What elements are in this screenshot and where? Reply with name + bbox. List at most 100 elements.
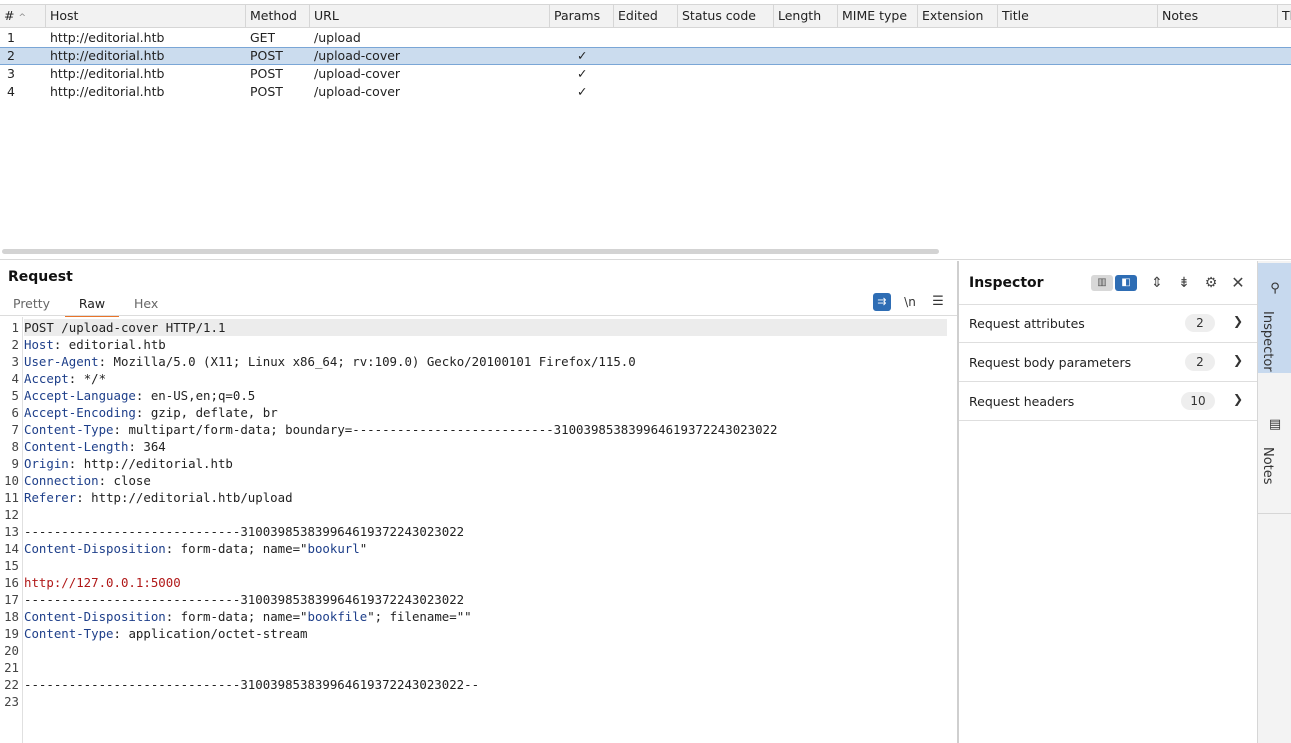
tab-pretty[interactable]: Pretty <box>13 295 50 315</box>
editor-line: http://127.0.0.1:5000 <box>24 574 181 591</box>
line-value: http://editorial.htb/upload <box>83 490 293 505</box>
collapse-all-icon[interactable]: ⇟ <box>1175 273 1193 293</box>
section-request-body-parameters[interactable]: Request body parameters 2 ❯ <box>959 344 1257 382</box>
line-number: 20 <box>4 643 19 658</box>
table-row-selected[interactable]: 2 http://editorial.htb POST /upload-cove… <box>0 47 1291 65</box>
editor-line: User-Agent: Mozilla/5.0 (X11; Linux x86_… <box>24 353 636 370</box>
column-header-edited[interactable]: Edited <box>614 5 678 27</box>
horizontal-scrollbar[interactable] <box>2 249 939 254</box>
column-header-length[interactable]: Length <box>774 5 838 27</box>
section-request-attributes[interactable]: Request attributes 2 ❯ <box>959 305 1257 343</box>
editor-line: Content-Disposition: form-data; name="bo… <box>24 608 472 625</box>
line-number: 22 <box>4 677 19 692</box>
header-name: Accept-Language <box>24 388 136 403</box>
line-value: -----------------------------31003985383… <box>24 592 465 607</box>
column-header-notes[interactable]: Notes <box>1158 5 1278 27</box>
rail-notes-label: Notes <box>1260 447 1275 485</box>
body-url-value: http://127.0.0.1:5000 <box>24 575 181 590</box>
row-url: /upload <box>314 30 361 45</box>
line-number: 18 <box>4 609 19 624</box>
row-number: 1 <box>7 30 15 45</box>
editor-line: Origin: http://editorial.htb <box>24 455 233 472</box>
section-label: Request body parameters <box>969 355 1132 370</box>
row-params-check: ✓ <box>577 84 588 99</box>
rail-tab-inspector[interactable]: ⚲ Inspector <box>1258 263 1291 373</box>
tab-hex[interactable]: Hex <box>134 295 158 315</box>
column-header-title[interactable]: Title <box>998 5 1158 27</box>
line-value: form-data; name=" <box>173 609 308 624</box>
request-title: Request <box>8 269 73 285</box>
layout-vertical-icon[interactable]: ◧ <box>1115 275 1137 291</box>
menu-icon[interactable]: ☰ <box>929 293 947 311</box>
notes-icon: ▤ <box>1268 417 1282 432</box>
table-row[interactable]: 3 http://editorial.htb POST /upload-cove… <box>0 65 1291 83</box>
right-side-rail: ⚲ Inspector ▤ Notes <box>1257 261 1291 743</box>
table-row[interactable]: 1 http://editorial.htb GET /upload <box>0 29 1291 47</box>
column-header-status-code[interactable]: Status code <box>678 5 774 27</box>
chevron-down-icon[interactable]: ❯ <box>1233 392 1243 406</box>
line-value: en-US,en;q=0.5 <box>143 388 256 403</box>
row-host: http://editorial.htb <box>50 48 165 63</box>
header-name: Content-Type <box>24 422 114 437</box>
tab-raw[interactable]: Raw <box>65 295 119 317</box>
inspector-icon: ⚲ <box>1270 281 1280 296</box>
proxy-history-table: # ^ Host Method URL Params Edited Status … <box>0 0 1291 260</box>
form-field-name: bookfile <box>307 609 368 624</box>
column-header-mime-type[interactable]: MIME type <box>838 5 918 27</box>
line-number: 14 <box>4 541 19 556</box>
layout-horizontal-icon[interactable]: ▥ <box>1091 275 1113 291</box>
column-header-host[interactable]: Host <box>46 5 246 27</box>
column-header-method[interactable]: Method <box>246 5 310 27</box>
row-method: POST <box>250 48 283 63</box>
expand-all-icon[interactable]: ⇕ <box>1148 273 1166 293</box>
header-name: Accept-Encoding <box>24 405 136 420</box>
section-request-headers[interactable]: Request headers 10 ❯ <box>959 383 1257 421</box>
row-host: http://editorial.htb <box>50 30 165 45</box>
request-editor[interactable]: 1 2 3 4 5 6 7 8 9 10 11 12 13 14 15 16 17 18 19 20 21 22 23 PO… <box>0 317 957 743</box>
row-url: /upload-cover <box>314 48 401 63</box>
line-number-gutter: 1 2 3 4 5 6 7 8 9 10 11 12 13 14 15 16 17 18 19 20 21 22 23 <box>0 317 23 743</box>
column-header-tls[interactable]: Tl <box>1278 5 1291 27</box>
chevron-down-icon[interactable]: ❯ <box>1233 314 1243 328</box>
header-name: Origin <box>24 456 69 471</box>
line-number: 11 <box>4 490 19 505</box>
table-header: # ^ Host Method URL Params Edited Status … <box>0 4 1291 28</box>
header-colon: : <box>113 626 121 641</box>
inspector-panel: Inspector ▥ ◧ ⇕ ⇟ ⚙ ✕ Request attributes… <box>959 261 1257 743</box>
chevron-down-icon[interactable]: ❯ <box>1233 353 1243 367</box>
row-url: /upload-cover <box>314 84 401 99</box>
panel-divider[interactable] <box>0 259 1291 260</box>
column-header-number[interactable]: # ^ <box>0 5 46 27</box>
row-method: GET <box>250 30 276 45</box>
editor-line: Content-Type: application/octet-stream <box>24 625 308 642</box>
line-number: 5 <box>11 388 19 403</box>
editor-line: Connection: close <box>24 472 151 489</box>
gear-icon[interactable]: ⚙ <box>1202 273 1220 293</box>
rail-tab-notes[interactable]: ▤ Notes <box>1258 411 1291 511</box>
line-value: application/octet-stream <box>121 626 308 641</box>
line-tail: "; filename="" <box>367 609 472 624</box>
close-icon[interactable]: ✕ <box>1229 273 1247 293</box>
line-number: 6 <box>11 405 19 420</box>
column-header-url[interactable]: URL <box>310 5 550 27</box>
table-row[interactable]: 4 http://editorial.htb POST /upload-cove… <box>0 83 1291 101</box>
editor-line: Accept-Encoding: gzip, deflate, br <box>24 404 278 421</box>
column-header-params[interactable]: Params <box>550 5 614 27</box>
line-tail: " <box>359 541 368 556</box>
column-header-extension[interactable]: Extension <box>918 5 998 27</box>
word-wrap-icon[interactable]: ⇉ <box>873 293 891 311</box>
row-number: 2 <box>7 48 15 63</box>
line-number: 1 <box>11 320 19 335</box>
header-name: Connection <box>24 473 99 488</box>
line-number: 2 <box>11 337 19 352</box>
line-value: 364 <box>135 439 166 454</box>
row-host: http://editorial.htb <box>50 84 165 99</box>
editor-line: -----------------------------31003985383… <box>24 523 464 540</box>
editor-line: Accept-Language: en-US,en;q=0.5 <box>24 387 255 404</box>
line-value: gzip, deflate, br <box>143 405 278 420</box>
line-number: 9 <box>11 456 19 471</box>
row-params-check: ✓ <box>577 66 588 81</box>
line-number: 4 <box>11 371 19 386</box>
editor-line: Content-Disposition: form-data; name="bo… <box>24 540 367 557</box>
show-newlines-toggle[interactable]: \n <box>901 293 919 311</box>
